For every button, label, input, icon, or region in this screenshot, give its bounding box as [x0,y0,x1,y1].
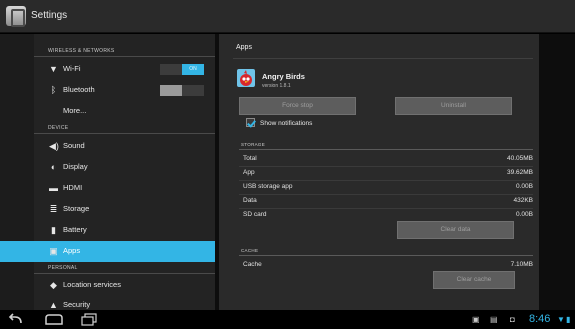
bluetooth-icon: ᛒ [50,85,57,95]
storage-value: 0.00B [516,183,533,190]
clear-data-button[interactable]: Clear data [397,221,514,239]
lock-icon: ▲ [49,300,58,310]
sidebar-item-label: Display [63,162,88,171]
sidebar-item-display[interactable]: ◐ Display [34,157,215,178]
storage-label: Total [243,155,257,162]
sidebar-item-label: Location services [63,280,121,289]
cache-row: Cache 7.10MB [243,259,533,271]
sidebar-item-label: Apps [63,246,81,255]
home-icon[interactable] [43,313,65,326]
sidebar-item-more[interactable]: More... [34,101,215,122]
section-divider [34,273,215,274]
notification-icon[interactable]: ▤ [490,315,498,324]
bluetooth-toggle[interactable] [160,85,204,96]
breadcrumb[interactable]: Apps [236,44,252,51]
storage-value: 0.00B [516,211,533,218]
section-divider [34,56,215,57]
app-title: Settings [31,10,68,21]
angry-birds-app-icon [237,69,255,87]
app-info-panel: Apps Angry Birds version 1.8.1 Force sto… [219,34,539,310]
app-version: version 1.8.1 [262,83,291,89]
display-icon: ◐ [50,162,57,172]
sidebar-item-battery[interactable]: ▮ Battery [34,220,215,241]
sidebar-item-wifi[interactable]: ▼ Wi-Fi ON [34,59,215,80]
sidebar-item-bluetooth[interactable]: ᛒ Bluetooth [34,80,215,101]
section-header-personal: PERSONAL [48,265,78,271]
cache-label: Cache [243,261,262,268]
force-stop-button[interactable]: Force stop [239,97,356,115]
sidebar-item-sound[interactable]: ◀) Sound [34,136,215,157]
clear-cache-button[interactable]: Clear cache [433,271,515,289]
uninstall-button[interactable]: Uninstall [395,97,512,115]
wifi-signal-icon: ▼ [557,315,565,324]
section-divider [239,255,533,256]
sidebar-item-hdmi[interactable]: ▬ HDMI [34,178,215,199]
storage-value: 39.62MB [506,169,533,176]
wifi-toggle[interactable]: ON [160,64,204,75]
storage-row-data: Data 432KB [243,195,533,207]
settings-sidebar: WIRELESS & NETWORKS ▼ Wi-Fi ON ᛒ Bluetoo… [0,34,215,310]
wifi-icon: ▼ [49,64,58,74]
app-info-pane: Apps Angry Birds version 1.8.1 Force sto… [215,34,575,310]
section-header-cache: CACHE [241,248,259,253]
storage-value: 432KB [513,197,533,204]
section-header-wireless: WIRELESS & NETWORKS [48,48,115,54]
section-divider [239,149,533,150]
storage-label: Data [243,197,257,204]
storage-row-usb: USB storage app 0.00B [243,181,533,193]
storage-label: SD card [243,211,267,218]
recent-apps-icon[interactable] [80,313,98,326]
sidebar-item-label: Bluetooth [63,85,95,94]
section-header-storage: STORAGE [241,142,266,147]
storage-label: USB storage app [243,183,293,190]
action-bar: Settings [0,0,575,33]
sidebar-item-label: Sound [63,141,85,150]
storage-value: 40.05MB [506,155,533,162]
storage-icon: ≣ [49,204,58,214]
apps-icon: ▣ [49,246,58,256]
sound-icon: ◀) [49,141,59,151]
storage-label: App [243,169,255,176]
sd-card-icon[interactable]: ◘ [510,315,515,324]
show-notifications-checkbox[interactable] [246,118,255,127]
sidebar-item-label: HDMI [63,183,83,192]
section-header-device: DEVICE [48,125,69,131]
system-nav-bar: ▣ ▤ ◘ 8:46 ▼ ▮ [0,310,575,329]
toggle-knob: ON [182,64,204,75]
settings-list-lower: PERSONAL ◆ Location services ▲ Security [34,262,215,310]
sidebar-item-label: Wi-Fi [63,64,81,73]
sidebar-item-label: Storage [63,204,90,213]
breadcrumb-divider [233,58,533,59]
location-icon: ◆ [50,280,57,290]
hdmi-icon: ▬ [49,183,58,193]
battery-icon: ▮ [51,225,56,235]
status-clock[interactable]: 8:46 [529,313,550,325]
screenshot-notification-icon[interactable]: ▣ [472,315,480,324]
back-icon[interactable] [8,313,24,326]
cache-value: 7.10MB [510,261,533,268]
section-divider [34,133,215,134]
show-notifications-label: Show notifications [260,120,313,127]
storage-row-app: App 39.62MB [243,167,533,179]
sidebar-item-label: Battery [63,225,87,234]
sidebar-item-label: Security [63,300,91,309]
sidebar-item-storage[interactable]: ≣ Storage [34,199,215,220]
settings-app-icon[interactable] [6,6,26,27]
app-name: Angry Birds [262,72,305,81]
storage-row-sdcard: SD card 0.00B [243,209,533,221]
sidebar-item-apps[interactable]: ▣ Apps [0,241,215,262]
storage-row-total: Total 40.05MB [243,153,533,165]
sidebar-item-security[interactable]: ▲ Security [34,295,215,310]
toggle-knob [160,85,182,96]
sidebar-item-location[interactable]: ◆ Location services [34,275,215,296]
battery-status-icon: ▮ [566,315,571,324]
sidebar-item-label: More... [63,106,87,115]
